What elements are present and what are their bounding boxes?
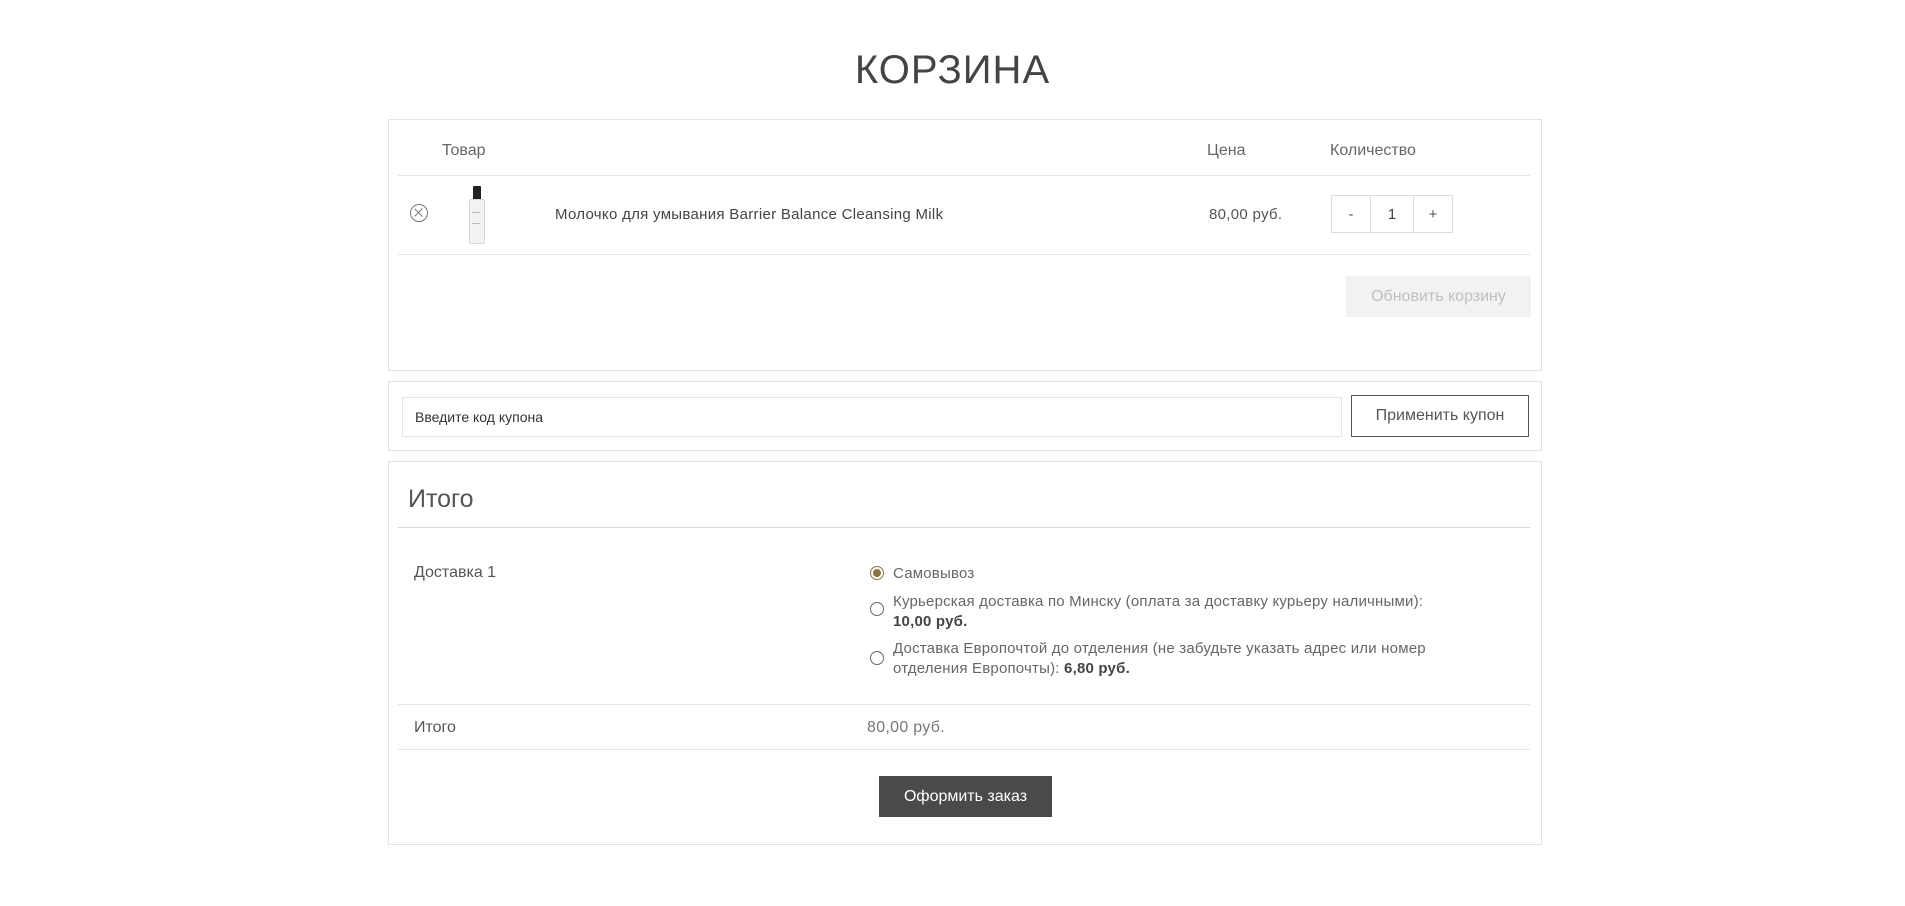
shipping-radio-europost[interactable] xyxy=(870,651,884,665)
shipping-divider xyxy=(398,704,1530,705)
shipping-option-label: Доставка Европочтой до отделения (не заб… xyxy=(893,640,1426,677)
shipping-option-cost: 10,00 руб. xyxy=(893,613,968,630)
shipping-option-cost: 6,80 руб. xyxy=(1064,660,1130,677)
product-price: 80,00 руб. xyxy=(1209,206,1283,223)
column-header-price: Цена xyxy=(1207,142,1246,159)
quantity-decrease-button[interactable]: - xyxy=(1332,196,1371,232)
product-thumbnail[interactable] xyxy=(467,186,487,244)
coupon-code-input[interactable] xyxy=(402,397,1342,437)
shipping-label: Доставка 1 xyxy=(414,564,497,581)
quantity-stepper: - + xyxy=(1331,195,1453,233)
column-header-quantity: Количество xyxy=(1330,142,1416,159)
checkout-button[interactable]: Оформить заказ xyxy=(879,776,1052,817)
order-total-label: Итого xyxy=(414,719,456,736)
shipping-radio-courier[interactable] xyxy=(870,602,884,616)
product-name-link[interactable]: Молочко для умывания Barrier Balance Cle… xyxy=(555,206,943,223)
row-divider xyxy=(398,254,1530,255)
shipping-option-pickup[interactable]: Самовывоз xyxy=(870,564,1453,584)
totals-title-divider xyxy=(398,527,1530,528)
remove-item-icon[interactable] xyxy=(410,204,428,222)
shipping-option-label: Курьерская доставка по Минску (оплата за… xyxy=(893,593,1424,610)
totals-title: Итого xyxy=(408,485,474,513)
quantity-input[interactable] xyxy=(1371,196,1413,232)
shipping-option-label: Самовывоз xyxy=(893,565,975,582)
shipping-option-europost[interactable]: Доставка Европочтой до отделения (не заб… xyxy=(870,639,1453,679)
quantity-increase-button[interactable]: + xyxy=(1413,196,1452,232)
page-title: КОРЗИНА xyxy=(854,48,1051,92)
apply-coupon-button[interactable]: Применить купон xyxy=(1351,395,1529,437)
header-divider xyxy=(398,175,1530,176)
column-header-product: Товар xyxy=(442,142,486,159)
total-divider xyxy=(398,749,1530,750)
order-total-value: 80,00 руб. xyxy=(867,719,945,736)
shipping-option-courier[interactable]: Курьерская доставка по Минску (оплата за… xyxy=(870,592,1453,632)
update-cart-button[interactable]: Обновить корзину xyxy=(1346,276,1531,317)
shipping-radio-pickup[interactable] xyxy=(870,566,884,580)
